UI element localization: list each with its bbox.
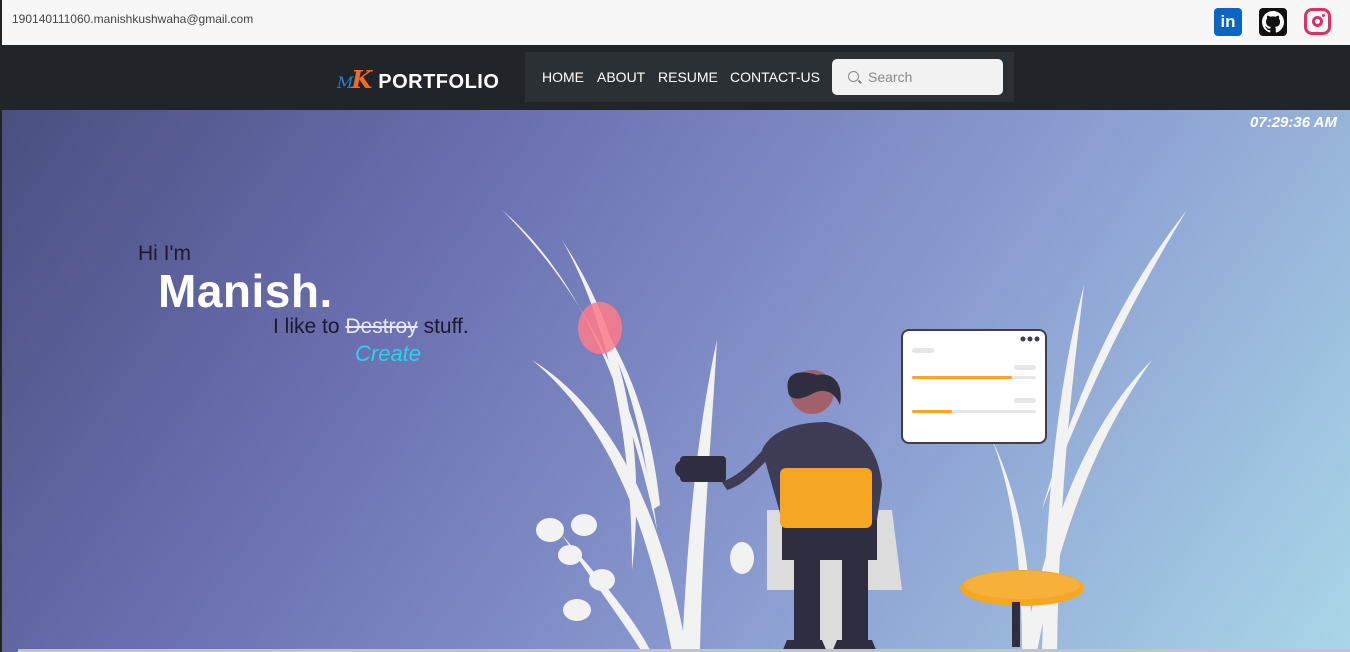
nav-resume[interactable]: RESUME bbox=[658, 69, 718, 85]
progress-fill bbox=[912, 410, 952, 413]
person-leg bbox=[794, 550, 820, 640]
navbar: M K PORTFOLIO HOME ABOUT RESUME CONTACT-… bbox=[0, 45, 1350, 110]
instagram-dot bbox=[1322, 14, 1325, 17]
github-icon[interactable] bbox=[1259, 8, 1287, 36]
tagline-suffix: stuff. bbox=[423, 315, 469, 338]
plant-leaf bbox=[682, 340, 717, 652]
person-leg bbox=[842, 550, 868, 640]
nav-contact-us[interactable]: CONTACT-US bbox=[730, 69, 820, 85]
chart-card bbox=[901, 329, 1047, 444]
nav-about[interactable]: ABOUT bbox=[597, 69, 645, 85]
brand-logo[interactable]: M K PORTFOLIO bbox=[337, 65, 499, 94]
hero-section: 07:29:36 AM Hi I'm Manish. I like to Des… bbox=[0, 110, 1350, 652]
plant-leaf bbox=[532, 360, 687, 652]
tagline-struck-word: Destroy bbox=[345, 315, 418, 338]
hero-name: Manish. bbox=[158, 265, 333, 317]
brand-text: PORTFOLIO bbox=[378, 71, 500, 93]
instagram-icon[interactable] bbox=[1304, 8, 1331, 35]
search-input[interactable] bbox=[868, 59, 998, 95]
person-arm bbox=[722, 445, 772, 490]
instagram-lens bbox=[1312, 16, 1323, 27]
contact-email[interactable]: 190140111060.manishkushwaha@gmail.com bbox=[12, 12, 253, 26]
tagline: I like to Destroy stuff. bbox=[273, 315, 469, 339]
tagline-prefix: I like to bbox=[273, 315, 340, 338]
laptop bbox=[780, 468, 872, 528]
hero-illustration bbox=[502, 210, 1187, 652]
pink-blob bbox=[578, 302, 622, 354]
top-bar: 190140111060.manishkushwaha@gmail.com in bbox=[0, 0, 1350, 45]
linkedin-icon[interactable]: in bbox=[1214, 8, 1242, 36]
progress-fill bbox=[912, 376, 1012, 379]
nav-home[interactable]: HOME bbox=[542, 69, 584, 85]
stool-leg bbox=[1012, 602, 1020, 647]
nav-menu: HOME ABOUT RESUME CONTACT-US bbox=[525, 52, 1014, 102]
search-icon bbox=[848, 71, 859, 82]
brand-k: K bbox=[351, 65, 373, 94]
camera-lens bbox=[675, 460, 693, 478]
search-box bbox=[832, 59, 1003, 95]
typed-word: Create bbox=[355, 341, 422, 366]
linkedin-glyph: in bbox=[1220, 12, 1236, 31]
greeting-text: Hi I'm bbox=[138, 242, 192, 265]
